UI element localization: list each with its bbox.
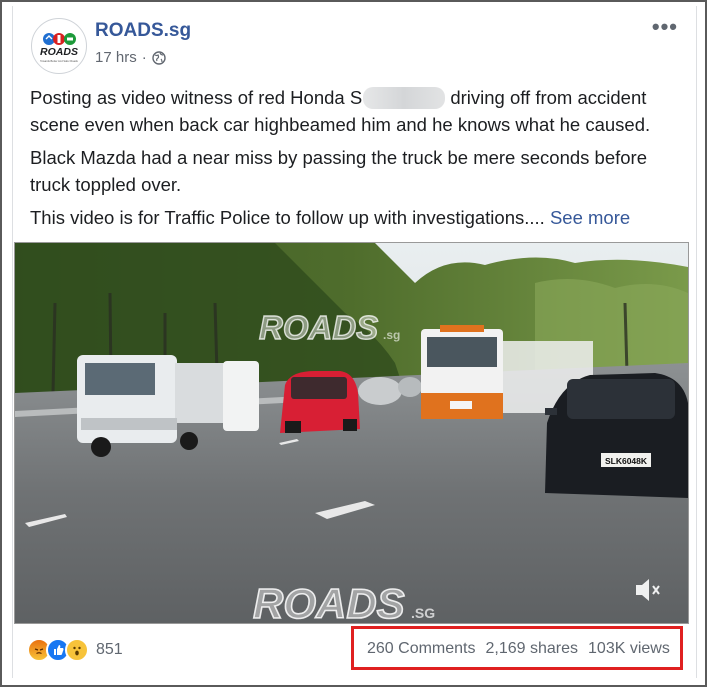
black-mazda: SLK6048K — [545, 373, 688, 498]
video-frame: SLK6048K ROADS .sg ROADS .SG — [15, 243, 688, 623]
reaction-count: 851 — [96, 641, 123, 658]
watermark-bottom: ROADS — [253, 580, 405, 623]
red-car — [280, 371, 360, 433]
views-count: 103K views — [588, 640, 670, 657]
facebook-post: ROADS Towards Better And Safer Roads ROA… — [12, 6, 697, 678]
comments-count-link[interactable]: 260 Comments — [367, 640, 476, 658]
post-body: Posting as video witness of red Honda S … — [30, 84, 680, 237]
shares-count-link[interactable]: 2,169 shares — [486, 640, 579, 658]
watermark-bottom-suffix: .SG — [411, 605, 435, 621]
avatar-logo-text: ROADS — [40, 46, 78, 58]
meta-separator: · — [141, 49, 147, 66]
watermark-top: ROADS — [259, 309, 378, 346]
post-time[interactable]: 17 hrs — [95, 49, 137, 66]
paragraph-3-text: This video is for Traffic Police to foll… — [30, 207, 545, 228]
post-stats: 260 Comments 2,169 shares 103K views — [367, 640, 670, 658]
post-meta: 17 hrs · — [95, 49, 166, 66]
reactions-summary[interactable]: 851 — [27, 638, 123, 662]
more-options-button[interactable]: ••• — [652, 16, 678, 38]
page-avatar[interactable]: ROADS Towards Better And Safer Roads — [31, 18, 87, 74]
redacted-blur — [363, 87, 446, 109]
post-paragraph-2: Black Mazda had a near miss by passing t… — [30, 147, 647, 195]
post-paragraph-3: This video is for Traffic Police to foll… — [30, 204, 680, 231]
watermark-top-suffix: .sg — [383, 328, 400, 342]
globe-icon[interactable] — [152, 50, 166, 65]
wow-icon — [65, 638, 89, 662]
see-more-link[interactable]: See more — [550, 207, 630, 228]
page-name-link[interactable]: ROADS.sg — [95, 20, 191, 42]
post-paragraph-1: Posting as video witness of red Honda S … — [30, 84, 680, 138]
paragraph-1-start: Posting as video witness of red Honda S — [30, 87, 363, 108]
video-player[interactable]: SLK6048K ROADS .sg ROADS .SG — [14, 242, 689, 624]
avatar-tagline: Towards Better And Safer Roads — [40, 59, 78, 63]
roads-logo-icon: ROADS Towards Better And Safer Roads — [40, 33, 79, 63]
license-plate-text: SLK6048K — [605, 456, 648, 466]
mute-icon[interactable] — [630, 573, 664, 607]
